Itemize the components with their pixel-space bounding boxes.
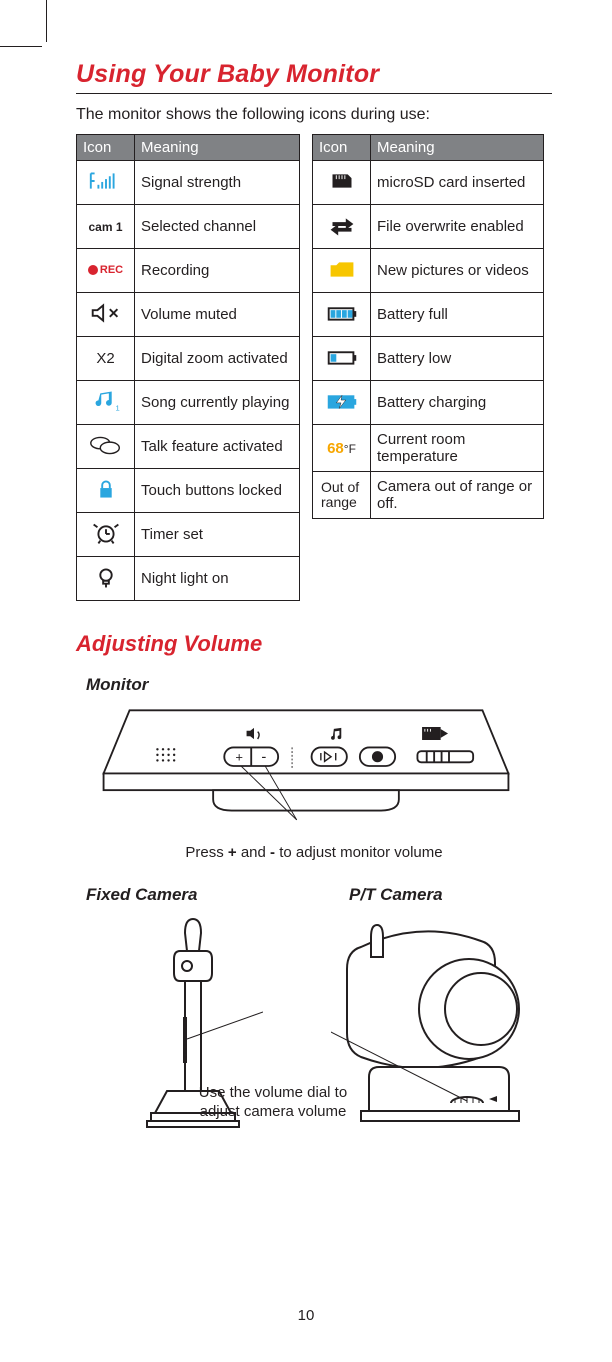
battery-full-icon [313,293,371,337]
th-icon: Icon [77,135,135,161]
battery-low-icon [313,337,371,381]
monitor-figure: + - [86,701,526,836]
table-row: File overwrite enabled [313,205,544,249]
icon-table-right: Icon Meaning microSD card inserted File … [312,134,544,519]
new-media-icon [313,249,371,293]
sub-monitor: Monitor [86,675,552,695]
table-row: Volume muted [77,293,300,337]
table-row: Out of range Camera out of range or off. [313,472,544,519]
meaning-cell: Timer set [135,513,300,557]
signal-strength-icon [77,161,135,205]
zoom-x2-icon: X2 [77,337,135,381]
meaning-cell: Battery full [371,293,544,337]
page-number: 10 [0,1307,612,1324]
battery-charging-icon [313,381,371,425]
meaning-cell: Battery low [371,337,544,381]
table-row: Battery full [313,293,544,337]
th-meaning: Meaning [371,135,544,161]
table-row: Battery charging [313,381,544,425]
meaning-cell: Talk feature activated [135,425,300,469]
song-playing-icon: 1 [77,381,135,425]
table-row: cam 1 Selected channel [77,205,300,249]
meaning-cell: Selected channel [135,205,300,249]
meaning-cell: microSD card inserted [371,161,544,205]
th-meaning: Meaning [135,135,300,161]
meaning-cell: Digital zoom activated [135,337,300,381]
meaning-cell: Volume muted [135,293,300,337]
meaning-cell: Night light on [135,557,300,601]
lock-icon [77,469,135,513]
meaning-cell: Battery charging [371,381,544,425]
out-of-range-icon: Out of range [313,472,371,519]
meaning-cell: Recording [135,249,300,293]
meaning-cell: Touch buttons locked [135,469,300,513]
meaning-cell: Song currently playing [135,381,300,425]
recording-icon: REC [77,249,135,293]
table-row: 68°F Current room temperature [313,425,544,472]
table-row: Battery low [313,337,544,381]
pt-camera-figure [319,917,552,1137]
volume-muted-icon [77,293,135,337]
icon-table-left: Icon Meaning Signal strength cam 1 Selec… [76,134,300,601]
table-row: X2 Digital zoom activated [77,337,300,381]
th-icon: Icon [313,135,371,161]
microsd-icon [313,161,371,205]
monitor-callout: Press + and - to adjust monitor volume [76,844,552,861]
table-row: Timer set [77,513,300,557]
table-row: Signal strength [77,161,300,205]
meaning-cell: Signal strength [135,161,300,205]
svg-text:1: 1 [115,404,119,413]
meaning-cell: Current room temperature [371,425,544,472]
table-row: New pictures or videos [313,249,544,293]
night-light-icon [77,557,135,601]
page-title: Using Your Baby Monitor [76,60,552,94]
talk-feature-icon [77,425,135,469]
sub-fixed-camera: Fixed Camera [86,885,289,905]
meaning-cell: File overwrite enabled [371,205,544,249]
svg-text:+: + [235,749,243,764]
selected-channel-icon: cam 1 [77,205,135,249]
meaning-cell: Camera out of range or off. [371,472,544,519]
table-row: microSD card inserted [313,161,544,205]
svg-text:-: - [261,749,266,765]
camera-callout: Use the volume dial to adjust camera vol… [198,1084,348,1122]
table-row: Touch buttons locked [77,469,300,513]
table-row: 1 Song currently playing [77,381,300,425]
section-adjusting-volume: Adjusting Volume [76,631,552,657]
overwrite-icon [313,205,371,249]
intro-text: The monitor shows the following icons du… [76,106,552,124]
sub-pt-camera: P/T Camera [349,885,552,905]
table-row: Talk feature activated [77,425,300,469]
temperature-icon: 68°F [313,425,371,472]
table-row: REC Recording [77,249,300,293]
table-row: Night light on [77,557,300,601]
timer-icon [77,513,135,557]
meaning-cell: New pictures or videos [371,249,544,293]
